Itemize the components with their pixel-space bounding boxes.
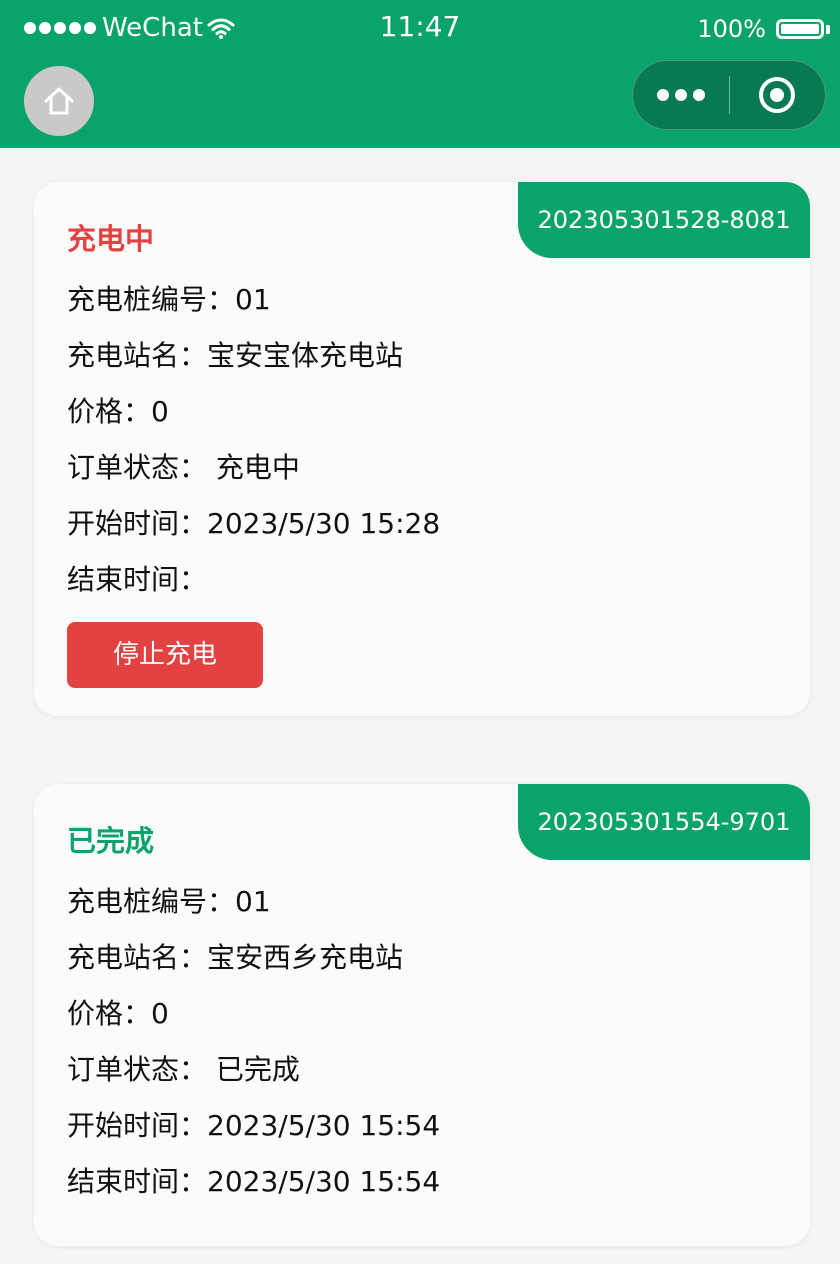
station-name: 充电站名：宝安宝体充电站	[67, 339, 404, 372]
more-dots-icon	[656, 89, 705, 101]
end-time: 结束时间：2023/5/30 15:54	[67, 1165, 441, 1198]
price: 价格：0	[67, 395, 169, 428]
order-status: 订单状态： 充电中	[67, 451, 300, 484]
order-status: 订单状态： 已完成	[67, 1053, 300, 1086]
app-header: WeChat 11:47 100%	[0, 0, 840, 148]
price: 价格：0	[67, 997, 169, 1030]
end-time: 结束时间：	[67, 563, 208, 596]
status-bar: WeChat 11:47 100%	[0, 0, 840, 52]
start-time: 开始时间：2023/5/30 15:54	[67, 1109, 441, 1142]
order-card: 202305301554-9701 已完成 充电桩编号：01 充电站名：宝安西乡…	[34, 784, 810, 1246]
battery-percent: 100%	[697, 15, 766, 43]
more-button[interactable]	[633, 61, 729, 129]
capsule-menu	[632, 60, 826, 130]
start-time: 开始时间：2023/5/30 15:28	[67, 507, 441, 540]
pile-number: 充电桩编号：01	[67, 885, 271, 918]
target-close-icon	[759, 77, 796, 113]
stop-charging-button[interactable]: 停止充电	[67, 622, 263, 688]
pile-number: 充电桩编号：01	[67, 283, 271, 316]
home-button[interactable]	[24, 66, 94, 136]
home-icon	[44, 87, 74, 115]
order-card: 202305301528-8081 充电中 充电桩编号：01 充电站名：宝安宝体…	[34, 182, 810, 716]
station-name: 充电站名：宝安西乡充电站	[67, 941, 404, 974]
close-button[interactable]	[730, 61, 826, 129]
battery-group: 100%	[697, 14, 830, 44]
order-status-title: 充电中	[67, 222, 155, 256]
battery-icon	[776, 19, 830, 39]
order-status-title: 已完成	[67, 824, 155, 858]
